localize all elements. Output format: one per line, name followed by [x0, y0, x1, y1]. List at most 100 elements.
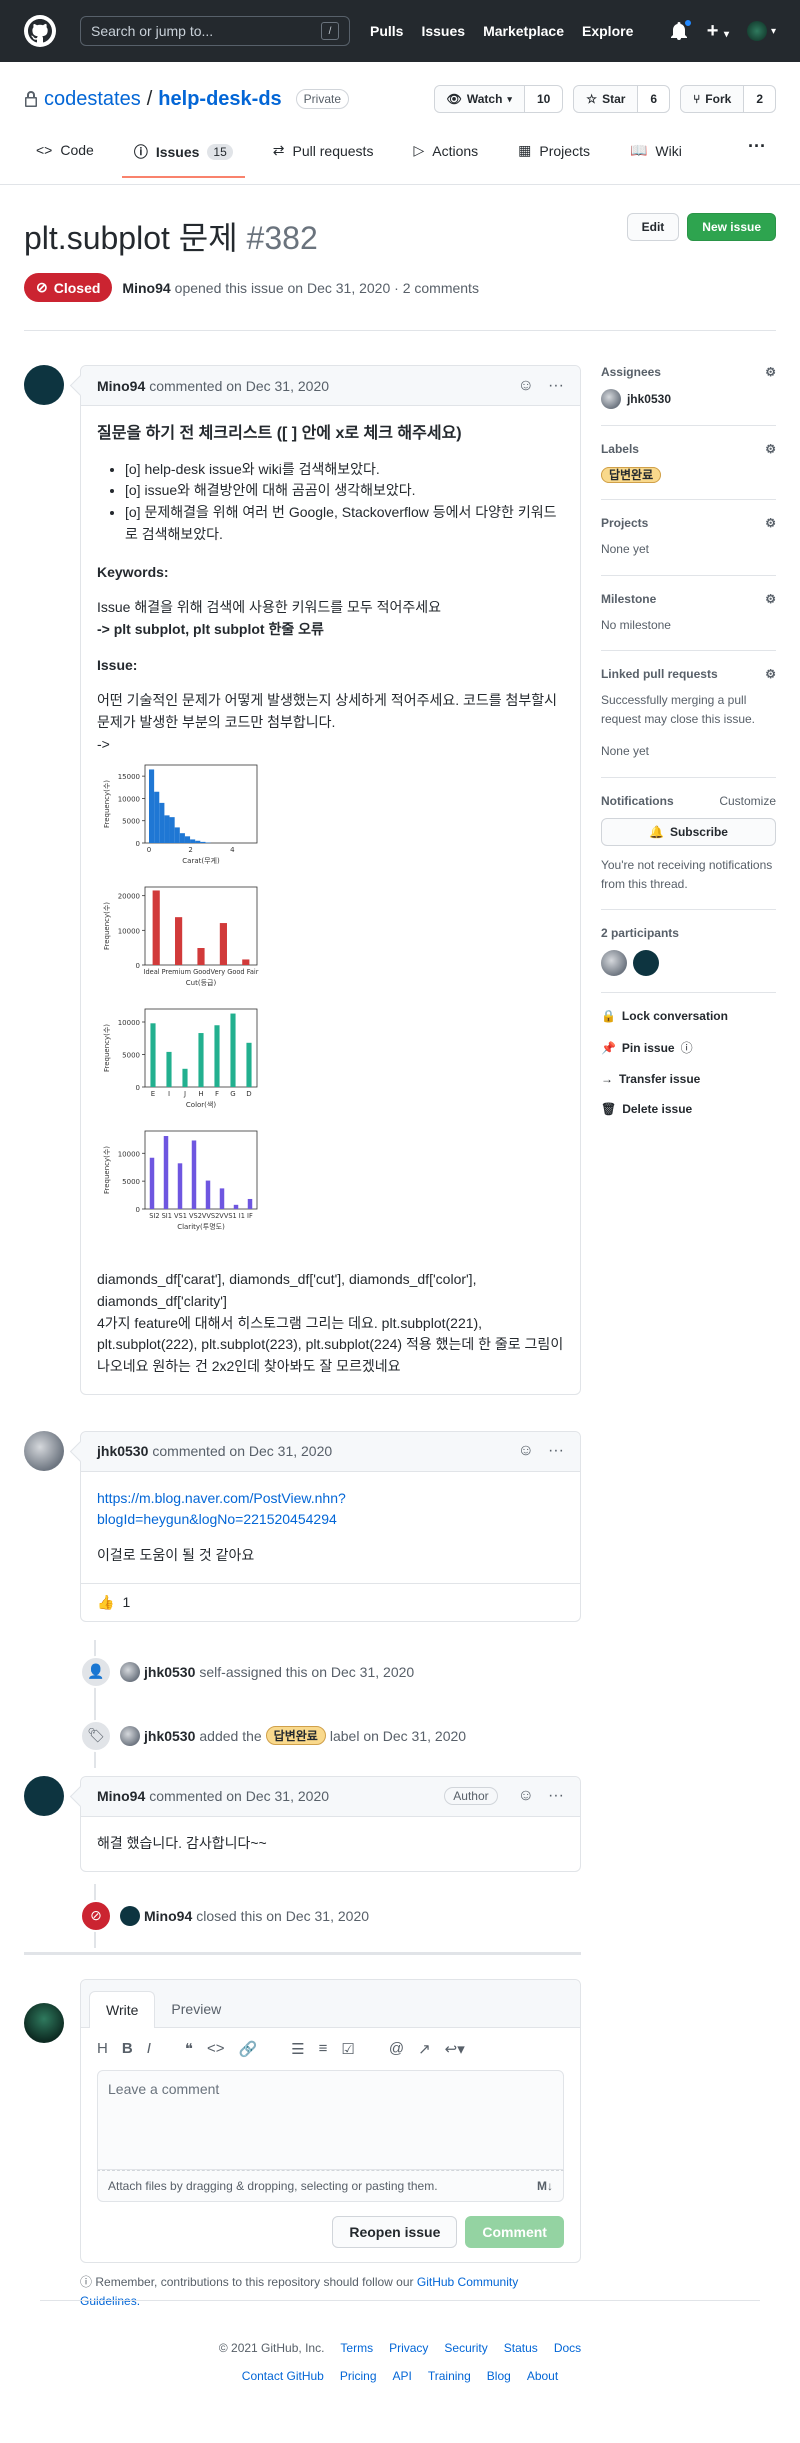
quote-icon[interactable]: ❝ — [185, 2040, 193, 2058]
tab-preview[interactable]: Preview — [155, 1991, 237, 2027]
create-new-icon[interactable]: + ▾ — [707, 20, 729, 43]
gear-icon[interactable]: ⚙ — [765, 442, 776, 456]
event-text: label on Dec 31, 2020 — [329, 1727, 467, 1744]
assignee-name[interactable]: jhk0530 — [627, 392, 671, 406]
comment-author[interactable]: Mino94 — [97, 1788, 145, 1804]
delete-issue-button[interactable]: 🗑 Delete issue — [601, 1102, 776, 1116]
repo-name-link[interactable]: help-desk-ds — [158, 88, 281, 111]
tab-pull-requests[interactable]: ⇄ Pull requests — [261, 136, 386, 173]
repo-owner-link[interactable]: codestates — [44, 88, 141, 111]
avatar[interactable] — [24, 2002, 64, 2043]
kebab-horizontal-icon[interactable]: ··· — [548, 1787, 564, 1805]
gear-icon[interactable]: ⚙ — [765, 365, 776, 379]
code-icon[interactable]: <> — [207, 2040, 225, 2058]
code-line: diamonds_df['carat'], diamonds_df['cut']… — [97, 1271, 477, 1310]
avatar[interactable] — [120, 1661, 140, 1682]
avatar[interactable] — [120, 1725, 140, 1746]
notification-bell-icon[interactable] — [670, 19, 692, 40]
comment-author[interactable]: Mino94 — [97, 378, 145, 394]
label-chip[interactable]: 답변완료 — [265, 1726, 326, 1746]
tab-projects[interactable]: ▦ Projects — [506, 136, 602, 173]
footer-link[interactable]: Docs — [554, 2341, 581, 2355]
star-count[interactable]: 6 — [638, 86, 669, 112]
event-user[interactable]: jhk0530 — [144, 1664, 195, 1680]
avatar[interactable] — [24, 1430, 64, 1471]
ordered-list-icon[interactable]: ≡ — [319, 2040, 328, 2058]
smiley-icon[interactable]: ☺ — [518, 1787, 534, 1805]
search-input[interactable]: Search or jump to... / — [80, 16, 350, 46]
nav-pulls[interactable]: Pulls — [370, 23, 403, 39]
watch-count[interactable]: 10 — [525, 86, 562, 112]
footer-link[interactable]: Status — [504, 2341, 538, 2355]
task-list-icon[interactable]: ☑ — [341, 2040, 354, 2058]
comment-button[interactable]: Comment — [465, 2215, 564, 2248]
smiley-icon[interactable]: ☺ — [518, 1442, 534, 1460]
kebab-horizontal-icon[interactable]: ··· — [548, 377, 564, 395]
avatar[interactable] — [600, 950, 627, 977]
footer-link[interactable]: Blog — [487, 2369, 511, 2383]
github-logo-icon[interactable] — [24, 15, 56, 47]
more-tabs-button[interactable]: ··· — [748, 136, 776, 157]
nav-marketplace[interactable]: Marketplace — [483, 23, 564, 39]
gear-icon[interactable]: ⚙ — [765, 667, 776, 681]
label-chip[interactable]: 답변완료 — [600, 467, 662, 483]
lock-conversation-button[interactable]: 🔒 Lock conversation — [601, 1009, 776, 1023]
checklist-heading: 질문을 하기 전 체크리스트 ([ ] 안에 x로 체크 해주세요) — [97, 425, 462, 442]
watch-button[interactable]: 👁 Watch ▾ 10 — [433, 85, 564, 113]
cross-reference-icon[interactable]: ↗ — [418, 2040, 431, 2058]
footer-link[interactable]: Security — [444, 2341, 487, 2355]
avatar[interactable] — [600, 389, 621, 409]
footer-link[interactable]: Privacy — [389, 2341, 428, 2355]
unordered-list-icon[interactable]: ☰ — [291, 2040, 304, 2058]
subscribe-button[interactable]: 🔔 Subscribe — [600, 817, 776, 846]
pin-issue-button[interactable]: 📌 Pin issue ⓘ — [601, 1039, 776, 1056]
transfer-issue-button[interactable]: → Transfer issue — [601, 1072, 776, 1086]
nav-explore[interactable]: Explore — [582, 23, 633, 39]
kebab-horizontal-icon[interactable]: ··· — [548, 1442, 564, 1460]
footer-link[interactable]: About — [527, 2369, 558, 2383]
fork-icon: ⑂ — [693, 92, 701, 106]
tab-wiki[interactable]: 📖 Wiki — [618, 136, 694, 173]
tab-actions[interactable]: ▷ Actions — [401, 136, 490, 173]
sidebar-actions: 🔒 Lock conversation 📌 Pin issue ⓘ → Transfer… — [601, 993, 776, 1116]
fork-button[interactable]: ⑂ Fork 2 — [680, 85, 776, 113]
footer-link[interactable]: Terms — [340, 2341, 373, 2355]
bold-icon[interactable]: B — [122, 2040, 133, 2058]
footer-link[interactable]: Training — [428, 2369, 471, 2383]
link-icon[interactable]: 🔗 — [238, 2040, 257, 2058]
customize-link[interactable]: Customize — [719, 794, 776, 808]
comment-textarea[interactable]: Leave a comment — [97, 2069, 564, 2170]
avatar[interactable] — [24, 1775, 64, 1816]
avatar[interactable] — [120, 1905, 140, 1926]
new-issue-button[interactable]: New issue — [687, 213, 776, 241]
reply-icon[interactable]: ↩▾ — [445, 2040, 465, 2058]
avatar[interactable] — [24, 365, 64, 405]
event-user[interactable]: jhk0530 — [144, 1728, 195, 1744]
gear-icon[interactable]: ⚙ — [765, 592, 776, 606]
edit-button[interactable]: Edit — [626, 213, 680, 241]
issue-author[interactable]: Mino94 — [122, 280, 170, 296]
nav-issues[interactable]: Issues — [421, 23, 465, 39]
footer-link[interactable]: API — [393, 2369, 412, 2383]
footer-link[interactable]: Contact GitHub — [242, 2369, 324, 2383]
star-button[interactable]: ☆ Star 6 — [573, 85, 671, 113]
event-user[interactable]: Mino94 — [144, 1908, 192, 1924]
tab-code[interactable]: <> Code — [24, 136, 106, 172]
tab-issues[interactable]: ⓘ Issues 15 — [121, 136, 245, 178]
footer-link[interactable]: Pricing — [340, 2369, 377, 2383]
comment-box: Mino94 commented on Dec 31, 2020 Author ☺… — [80, 1775, 581, 1872]
comment-author[interactable]: jhk0530 — [97, 1443, 148, 1459]
reopen-issue-button[interactable]: Reopen issue — [332, 2215, 458, 2248]
mention-icon[interactable]: @ — [389, 2040, 404, 2058]
reaction-thumbs-up[interactable]: 👍 1 — [81, 1582, 580, 1621]
fork-count[interactable]: 2 — [744, 86, 775, 112]
gear-icon[interactable]: ⚙ — [765, 516, 776, 530]
blog-link[interactable]: https://m.blog.naver.com/PostView.nhn? bl… — [97, 1490, 346, 1528]
tab-write[interactable]: Write — [89, 1990, 156, 2028]
avatar[interactable] — [632, 950, 659, 977]
heading-icon[interactable]: H — [97, 2040, 108, 2058]
smiley-icon[interactable]: ☺ — [518, 377, 534, 395]
attach-files-area[interactable]: Attach files by dragging & dropping, sel… — [97, 2169, 564, 2202]
user-avatar-menu[interactable]: ▾ — [746, 21, 776, 41]
italic-icon[interactable]: I — [147, 2040, 151, 2058]
